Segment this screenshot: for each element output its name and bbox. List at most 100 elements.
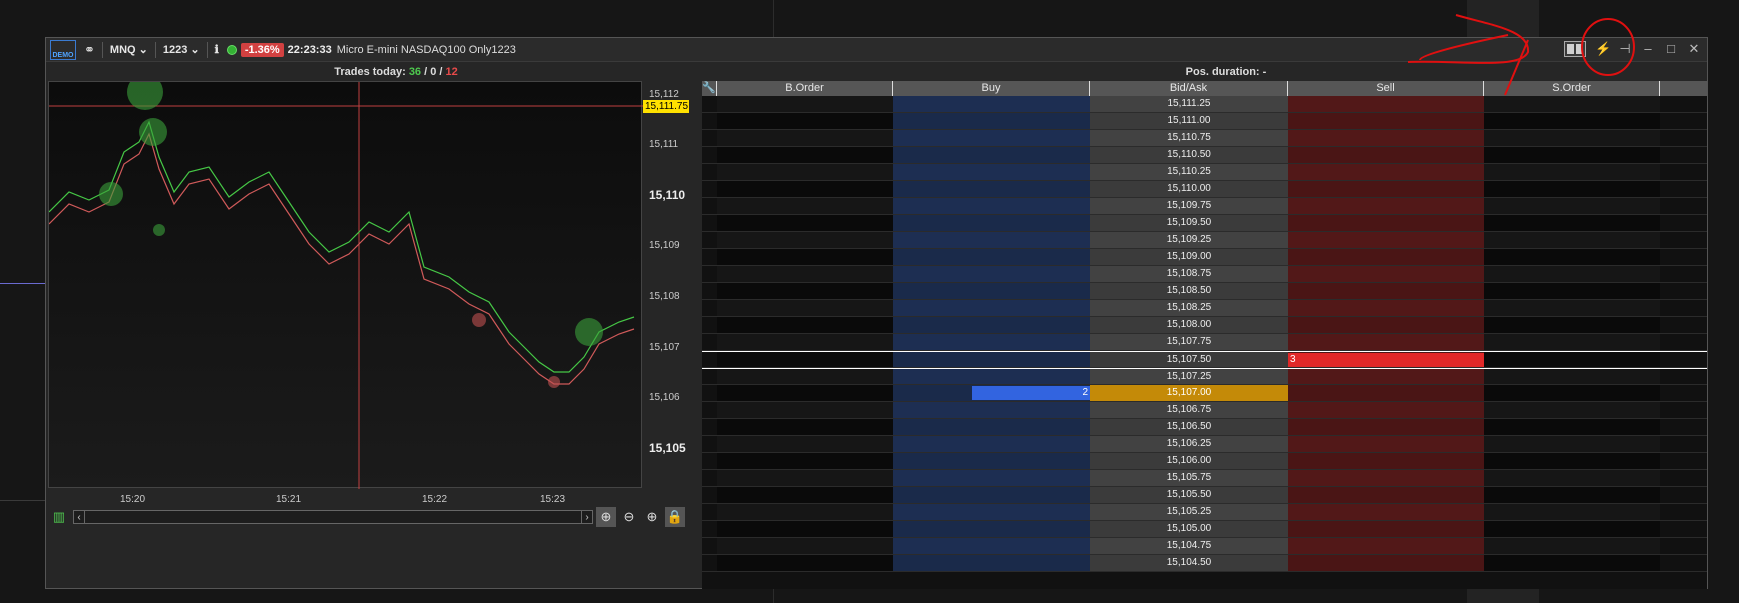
buy-order-cell[interactable]: [717, 385, 893, 401]
symbol-dropdown[interactable]: MNQ ⌄: [106, 39, 152, 61]
ladder-row[interactable]: 15,111.00: [702, 113, 1707, 130]
sell-cell[interactable]: [1288, 436, 1484, 452]
price-cell[interactable]: 15,107.25: [1090, 369, 1288, 384]
sell-order-cell[interactable]: [1484, 147, 1660, 163]
buy-order-cell[interactable]: [717, 283, 893, 299]
price-cell[interactable]: 15,110.25: [1090, 164, 1288, 180]
buy-cell[interactable]: [893, 147, 1090, 163]
buy-order-cell[interactable]: [717, 436, 893, 452]
price-cell[interactable]: 15,109.00: [1090, 249, 1288, 265]
ladder-row[interactable]: 15,106.25: [702, 436, 1707, 453]
buy-cell[interactable]: [893, 96, 1090, 112]
ladder-row[interactable]: 15,109.00: [702, 249, 1707, 266]
price-cell[interactable]: 15,105.75: [1090, 470, 1288, 486]
price-cell[interactable]: 15,106.75: [1090, 402, 1288, 418]
buy-cell[interactable]: [893, 352, 1090, 367]
buy-cell[interactable]: [893, 369, 1090, 384]
sell-cell[interactable]: [1288, 130, 1484, 146]
sell-order-cell[interactable]: [1484, 436, 1660, 452]
buy-cell[interactable]: [893, 300, 1090, 316]
sell-cell[interactable]: [1288, 487, 1484, 503]
link-icon[interactable]: ⚭: [80, 39, 99, 61]
sell-order-cell[interactable]: [1484, 113, 1660, 129]
price-chart[interactable]: [48, 74, 643, 489]
price-cell[interactable]: 15,108.75: [1090, 266, 1288, 282]
price-cell[interactable]: 15,105.25: [1090, 504, 1288, 520]
sell-order-cell[interactable]: [1484, 369, 1660, 384]
buy-cell[interactable]: [893, 215, 1090, 231]
buy-cell[interactable]: [893, 334, 1090, 350]
price-cell[interactable]: 15,105.00: [1090, 521, 1288, 537]
buy-order-cell[interactable]: [717, 402, 893, 418]
ladder-row[interactable]: 15,110.00: [702, 181, 1707, 198]
ladder-row[interactable]: 15,106.75: [702, 402, 1707, 419]
sell-order-cell[interactable]: [1484, 317, 1660, 333]
buy-cell[interactable]: [893, 504, 1090, 520]
sell-cell[interactable]: [1288, 453, 1484, 469]
price-cell[interactable]: 15,108.25: [1090, 300, 1288, 316]
ladder-row[interactable]: 15,107.50 3: [702, 351, 1707, 368]
ladder-row[interactable]: 15,104.50: [702, 555, 1707, 572]
buy-order-cell[interactable]: [717, 419, 893, 435]
ladder-row[interactable]: 15,105.00: [702, 521, 1707, 538]
sell-order-cell[interactable]: [1484, 181, 1660, 197]
buy-order-cell[interactable]: [717, 181, 893, 197]
buy-cell[interactable]: [893, 521, 1090, 537]
buy-cell[interactable]: 2: [893, 385, 1090, 401]
buy-order-cell[interactable]: [717, 487, 893, 503]
buy-order-cell[interactable]: [717, 352, 893, 367]
sell-order-cell[interactable]: [1484, 283, 1660, 299]
price-cell[interactable]: 15,109.50: [1090, 215, 1288, 231]
buy-order-cell[interactable]: [717, 369, 893, 384]
sell-cell[interactable]: [1288, 147, 1484, 163]
ladder-row[interactable]: 15,111.25: [702, 96, 1707, 113]
sell-cell[interactable]: [1288, 504, 1484, 520]
ladder-row[interactable]: 15,107.25: [702, 368, 1707, 385]
buy-cell[interactable]: [893, 402, 1090, 418]
price-cell[interactable]: 15,107.75: [1090, 334, 1288, 350]
buy-order-cell[interactable]: [717, 164, 893, 180]
buy-cell[interactable]: [893, 538, 1090, 554]
buy-cell[interactable]: [893, 487, 1090, 503]
maximize-button[interactable]: □: [1664, 42, 1678, 56]
buy-cell[interactable]: [893, 555, 1090, 571]
price-cell[interactable]: 15,110.00: [1090, 181, 1288, 197]
sell-order-cell[interactable]: [1484, 215, 1660, 231]
sell-cell[interactable]: [1288, 419, 1484, 435]
info-icon[interactable]: ℹ: [211, 39, 223, 61]
buy-cell[interactable]: [893, 419, 1090, 435]
sell-order-cell[interactable]: [1484, 487, 1660, 503]
ladder-row[interactable]: 15,105.50: [702, 487, 1707, 504]
ladder-row[interactable]: 15,107.75: [702, 334, 1707, 351]
wrench-icon[interactable]: 🔧: [702, 81, 717, 96]
chart-settings-icon[interactable]: ▥: [49, 507, 69, 527]
price-cell[interactable]: 15,104.75: [1090, 538, 1288, 554]
ladder-row[interactable]: 15,105.75: [702, 470, 1707, 487]
buy-order-cell[interactable]: [717, 96, 893, 112]
auto-zoom-icon[interactable]: ⊕: [596, 507, 616, 527]
ladder-row[interactable]: 15,110.25: [702, 164, 1707, 181]
sell-cell[interactable]: [1288, 402, 1484, 418]
ladder-row[interactable]: 15,106.50: [702, 419, 1707, 436]
sell-cell[interactable]: [1288, 521, 1484, 537]
sell-order-cell[interactable]: [1484, 232, 1660, 248]
order-book-ladder[interactable]: 🔧 B.Order Buy Bid/Ask Sell S.Order 15,11…: [702, 81, 1707, 589]
buy-cell[interactable]: [893, 317, 1090, 333]
buy-order-cell[interactable]: [717, 555, 893, 571]
sell-order-cell[interactable]: [1484, 538, 1660, 554]
price-cell[interactable]: 15,107.50: [1090, 352, 1288, 367]
buy-order-cell[interactable]: [717, 504, 893, 520]
price-cell[interactable]: 15,109.25: [1090, 232, 1288, 248]
buy-cell[interactable]: [893, 249, 1090, 265]
sell-cell[interactable]: [1288, 266, 1484, 282]
sell-cell[interactable]: [1288, 555, 1484, 571]
connect-icon[interactable]: ⚡: [1595, 42, 1611, 56]
close-button[interactable]: ✕: [1687, 42, 1701, 56]
ladder-row[interactable]: 15,109.25: [702, 232, 1707, 249]
buy-cell[interactable]: [893, 266, 1090, 282]
sell-order-cell[interactable]: [1484, 453, 1660, 469]
buy-cell[interactable]: [893, 113, 1090, 129]
scroll-right-icon[interactable]: ›: [581, 510, 593, 524]
sell-order-cell[interactable]: [1484, 521, 1660, 537]
price-cell[interactable]: 15,109.75: [1090, 198, 1288, 214]
